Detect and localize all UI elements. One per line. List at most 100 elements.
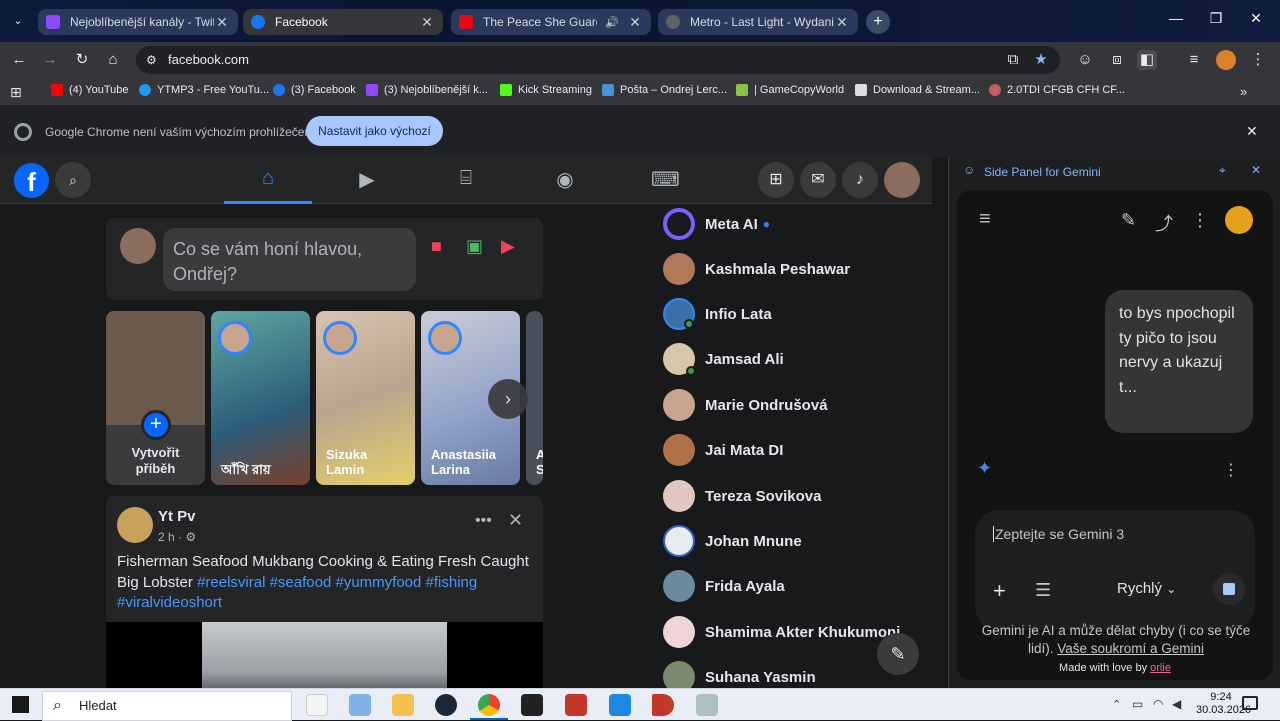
author-avatar[interactable] — [117, 507, 153, 543]
audio-playing-icon[interactable]: 🔊 — [605, 16, 619, 29]
photo-icon[interactable]: ▣ — [466, 236, 483, 257]
stop-button[interactable] — [1213, 573, 1245, 605]
bookmark-posta[interactable]: Pošta – Ondrej Lerc... — [602, 84, 727, 96]
set-default-button[interactable]: Nastavit jako výchozí — [306, 116, 443, 146]
notifications-bell-icon[interactable]: ♪ — [842, 162, 878, 198]
search-icon[interactable]: ⌕ — [55, 162, 91, 198]
add-attachment-icon[interactable]: + — [993, 578, 1006, 604]
extensions-puzzle-icon[interactable]: ⧈ — [1107, 50, 1127, 70]
menu-grid-icon[interactable]: ⊞ — [758, 162, 794, 198]
contact-item[interactable]: Shamima Akter Khukumoni — [663, 615, 900, 649]
install-app-icon[interactable]: ⧉ — [1003, 50, 1023, 70]
hamburger-menu-icon[interactable]: ≡ — [979, 208, 991, 231]
volume-mixer-icon[interactable] — [652, 694, 674, 716]
bookmark-star-icon[interactable]: ★ — [1031, 50, 1051, 70]
tab-metro[interactable]: Metro - Last Light - Wydanie K ✕ — [658, 9, 858, 35]
new-tab-button[interactable]: + — [866, 10, 890, 34]
contact-item[interactable]: Suhana Yasmin — [663, 660, 816, 688]
account-avatar[interactable] — [1225, 206, 1253, 234]
add-story-icon[interactable]: + — [141, 410, 171, 440]
app-icon[interactable] — [696, 694, 718, 716]
contact-item[interactable]: Tereza Sovikova — [663, 479, 821, 513]
more-options-icon[interactable]: ⋮ — [1191, 210, 1209, 231]
media-controls-icon[interactable]: ≡ — [1184, 50, 1204, 70]
prompt-input[interactable]: Zeptejte se Gemini 3 — [993, 526, 1124, 542]
speaker-icon[interactable]: ◀ — [1172, 697, 1181, 711]
contact-item[interactable]: Kashmala Peshawar — [663, 252, 850, 286]
contact-item[interactable]: Marie Ondrušová — [663, 388, 828, 422]
live-video-icon[interactable]: ■ — [431, 236, 442, 257]
home-icon[interactable]: ⌂ — [103, 50, 123, 70]
app-icon[interactable] — [521, 694, 543, 716]
side-panel-icon[interactable]: ◧ — [1137, 50, 1157, 70]
share-icon[interactable]: ⤴ — [1155, 210, 1173, 236]
back-icon[interactable]: ← — [9, 50, 29, 70]
bookmark-facebook[interactable]: (3) Facebook — [273, 84, 356, 96]
new-chat-icon[interactable]: ✎ — [1121, 210, 1136, 231]
reel-icon[interactable]: ▶ — [501, 236, 515, 257]
contact-item[interactable]: Infio Lata — [663, 297, 772, 331]
chrome-menu-icon[interactable]: ⋮ — [1248, 50, 1268, 70]
close-tab-icon[interactable]: ✕ — [834, 14, 850, 31]
file-icon[interactable] — [306, 694, 328, 716]
tab-facebook[interactable]: Facebook ✕ — [243, 9, 443, 35]
composer-input[interactable]: Co se vám honí hlavou, Ondřej? — [163, 228, 416, 291]
bookmark-gamecopyworld[interactable]: | GameCopyWorld — [736, 84, 844, 96]
contact-item[interactable]: Jai Mata DI — [663, 433, 783, 467]
new-message-icon[interactable]: ✎ — [877, 633, 919, 675]
expand-message-icon[interactable]: ⌄ — [1215, 306, 1227, 331]
profile-avatar[interactable] — [884, 162, 920, 198]
maximize-button[interactable]: ❐ — [1201, 10, 1231, 27]
bookmark-download[interactable]: Download & Stream... — [855, 84, 980, 96]
notification-center-icon[interactable] — [1242, 696, 1258, 710]
more-bookmarks-icon[interactable]: » — [1240, 84, 1247, 99]
bookmark-tdi[interactable]: 2.0TDI CFGB CFH CF... — [989, 84, 1125, 96]
stories-next-button[interactable]: › — [488, 379, 528, 419]
address-bar[interactable]: ⚙ facebook.com — [136, 46, 1060, 74]
contact-item[interactable]: Johan Mnune — [663, 524, 802, 558]
post-author[interactable]: Yt Pv — [158, 508, 196, 525]
bookmark-youtube[interactable]: (4) YouTube — [51, 84, 129, 96]
close-tab-icon[interactable]: ✕ — [627, 14, 643, 31]
tab-prime-video[interactable]: The Peace She Guards | Am 🔊 ✕ — [451, 9, 651, 35]
home-nav-icon[interactable]: ⌂ — [255, 167, 281, 193]
bookmark-ytmp3[interactable]: YTMP3 - Free YouTu... — [139, 84, 269, 96]
post-more-icon[interactable]: ••• — [475, 512, 492, 530]
minimize-button[interactable]: — — [1161, 10, 1191, 26]
contact-item[interactable]: Frida Ayala — [663, 569, 785, 603]
clock[interactable]: 9:24 30.03.2026 — [1196, 691, 1251, 717]
close-tab-icon[interactable]: ✕ — [214, 14, 230, 31]
tab-search-icon[interactable]: ⌄ — [8, 11, 28, 31]
file-explorer-icon[interactable] — [392, 694, 414, 716]
steam-icon[interactable] — [435, 694, 457, 716]
site-info-icon[interactable]: ⚙ — [146, 46, 157, 74]
wifi-icon[interactable]: ◠ — [1153, 697, 1163, 711]
photos-icon[interactable] — [349, 694, 371, 716]
tab-twitch[interactable]: Nejoblíbenější kanály - Twitch ✕ — [38, 9, 238, 35]
story-card[interactable]: A S — [526, 311, 543, 485]
groups-nav-icon[interactable]: ◉ — [552, 167, 578, 193]
chrome-icon[interactable] — [478, 694, 500, 716]
taskbar-search[interactable]: ⌕ Hledat — [42, 691, 292, 721]
app-icon[interactable] — [565, 694, 587, 716]
tray-overflow-icon[interactable]: ⌃ — [1112, 698, 1121, 711]
network-icon[interactable]: ▭ — [1132, 697, 1143, 711]
windows-start-icon[interactable] — [12, 696, 29, 713]
contact-item[interactable]: Jamsad Ali — [663, 342, 784, 376]
profile-avatar[interactable] — [1216, 50, 1236, 70]
video-nav-icon[interactable]: ▶ — [354, 167, 380, 193]
model-selector[interactable]: Rychlý ⌄ — [1117, 580, 1176, 597]
extension-icon[interactable]: ☺ — [1075, 50, 1095, 70]
forward-icon[interactable]: → — [40, 50, 60, 70]
messenger-icon[interactable]: ✉ — [800, 162, 836, 198]
post-video[interactable] — [106, 622, 543, 688]
facebook-logo-icon[interactable]: f — [14, 163, 49, 198]
tools-icon[interactable]: ☰ — [1035, 580, 1051, 601]
story-card[interactable]: Sizuka Lamin — [316, 311, 415, 485]
hide-post-icon[interactable]: ✕ — [508, 510, 523, 531]
reload-icon[interactable]: ↻ — [72, 50, 92, 70]
privacy-link[interactable]: Vaše soukromí a Gemini — [1057, 641, 1204, 656]
close-infobar-icon[interactable]: ✕ — [1246, 123, 1258, 140]
marketplace-nav-icon[interactable]: ⌸ — [453, 167, 479, 193]
apps-grid-icon[interactable]: ⊞ — [10, 84, 22, 101]
